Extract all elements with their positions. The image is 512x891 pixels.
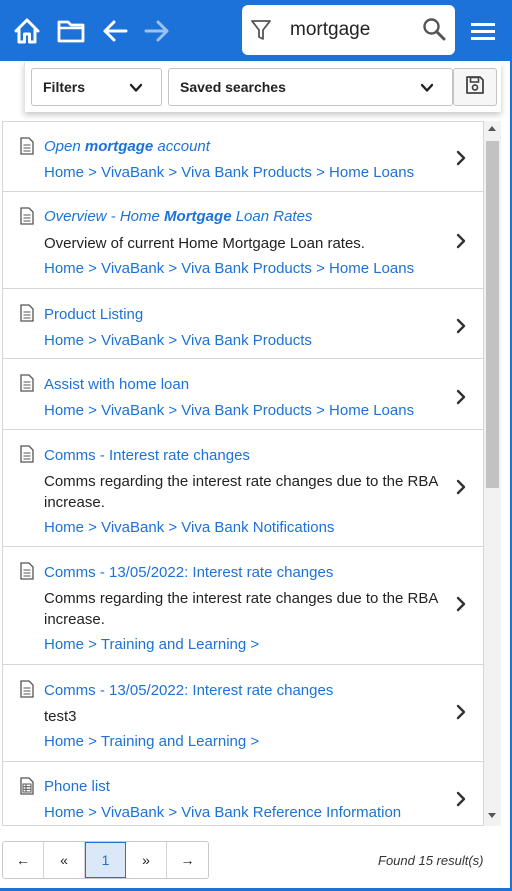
filter-bar: Filters Saved searches — [24, 62, 501, 112]
chevron-right-icon[interactable] — [455, 150, 467, 171]
scroll-down-arrow-icon[interactable] — [488, 813, 496, 818]
hamburger-menu-icon[interactable] — [468, 13, 498, 49]
first-page-button[interactable]: ← — [3, 842, 44, 878]
scroll-up-arrow-icon[interactable] — [488, 126, 496, 131]
results-scrollbar[interactable] — [484, 121, 501, 826]
chevron-right-icon[interactable] — [455, 791, 467, 812]
result-item[interactable]: Assist with home loan Home > VivaBank > … — [3, 359, 483, 430]
result-breadcrumb[interactable]: Home > VivaBank > Viva Bank Products > H… — [44, 164, 414, 181]
result-breadcrumb[interactable]: Home > VivaBank > Viva Bank Reference In… — [44, 804, 401, 821]
result-title[interactable]: Assist with home loan — [44, 376, 189, 393]
results-count: Found 15 result(s) — [378, 853, 484, 868]
search-icon[interactable] — [422, 17, 446, 46]
search-box — [242, 5, 455, 55]
home-icon[interactable] — [12, 13, 42, 49]
forward-arrow-icon[interactable] — [142, 13, 172, 49]
result-breadcrumb[interactable]: Home > Training and Learning > — [44, 636, 259, 653]
result-item[interactable]: Product Listing Home > VivaBank > Viva B… — [3, 289, 483, 359]
result-description: Overview of current Home Mortgage Loan r… — [44, 235, 365, 252]
result-title[interactable]: Open mortgage account — [44, 138, 210, 155]
result-title[interactable]: Overview - Home Mortgage Loan Rates — [44, 208, 312, 225]
result-title[interactable]: Comms - Interest rate changes — [44, 447, 250, 464]
chevron-right-icon[interactable] — [455, 389, 467, 410]
scrollbar-thumb[interactable] — [486, 141, 499, 488]
chevron-right-icon[interactable] — [455, 704, 467, 725]
document-icon — [20, 680, 34, 703]
document-icon — [20, 137, 34, 160]
save-disk-icon — [465, 75, 485, 100]
document-icon — [20, 304, 34, 327]
filters-dropdown-label: Filters — [43, 79, 86, 95]
result-title[interactable]: Comms - 13/05/2022: Interest rate change… — [44, 682, 333, 699]
folder-icon[interactable] — [56, 13, 86, 49]
document-icon — [20, 374, 34, 397]
result-breadcrumb[interactable]: Home > VivaBank > Viva Bank Products > H… — [44, 402, 414, 419]
pagination: ← « 1 » → — [2, 841, 209, 879]
result-item[interactable]: Open mortgage account Home > VivaBank > … — [3, 122, 483, 192]
spreadsheet-icon — [20, 777, 34, 800]
save-search-button[interactable] — [453, 68, 497, 106]
chevron-down-icon — [420, 81, 434, 97]
result-title[interactable]: Phone list — [44, 778, 110, 795]
filter-icon[interactable] — [250, 18, 272, 47]
result-item[interactable]: Phone list Home > VivaBank > Viva Bank R… — [3, 762, 483, 825]
next-page-button[interactable]: » — [126, 842, 167, 878]
document-icon — [20, 562, 34, 585]
saved-searches-dropdown[interactable]: Saved searches — [168, 68, 453, 106]
result-description: Comms regarding the interest rate change… — [44, 590, 438, 628]
chevron-right-icon[interactable] — [455, 233, 467, 254]
search-input[interactable] — [290, 15, 420, 45]
result-breadcrumb[interactable]: Home > Training and Learning > — [44, 733, 259, 750]
chevron-right-icon[interactable] — [455, 318, 467, 339]
previous-page-button[interactable]: « — [44, 842, 85, 878]
top-toolbar — [0, 0, 512, 61]
result-item[interactable]: Overview - Home Mortgage Loan Rates Over… — [3, 192, 483, 289]
results-list: Open mortgage account Home > VivaBank > … — [2, 121, 484, 826]
result-description: test3 — [44, 708, 77, 725]
current-page-button[interactable]: 1 — [85, 842, 126, 878]
result-title[interactable]: Comms - 13/05/2022: Interest rate change… — [44, 564, 333, 581]
back-arrow-icon[interactable] — [100, 13, 130, 49]
chevron-right-icon[interactable] — [455, 479, 467, 500]
result-breadcrumb[interactable]: Home > VivaBank > Viva Bank Products > H… — [44, 260, 414, 277]
result-item[interactable]: Comms - Interest rate changes Comms rega… — [3, 430, 483, 547]
result-title[interactable]: Product Listing — [44, 306, 143, 323]
result-item[interactable]: Comms - 13/05/2022: Interest rate change… — [3, 547, 483, 665]
document-icon — [20, 445, 34, 468]
chevron-down-icon — [129, 81, 143, 97]
last-page-button[interactable]: → — [167, 842, 208, 878]
result-breadcrumb[interactable]: Home > VivaBank > Viva Bank Products — [44, 332, 312, 349]
result-breadcrumb[interactable]: Home > VivaBank > Viva Bank Notification… — [44, 519, 334, 536]
filters-dropdown[interactable]: Filters — [31, 68, 162, 106]
saved-searches-label: Saved searches — [180, 79, 286, 95]
result-item[interactable]: Comms - 13/05/2022: Interest rate change… — [3, 665, 483, 762]
chevron-right-icon[interactable] — [455, 596, 467, 617]
result-description: Comms regarding the interest rate change… — [44, 473, 438, 511]
document-icon — [20, 207, 34, 230]
